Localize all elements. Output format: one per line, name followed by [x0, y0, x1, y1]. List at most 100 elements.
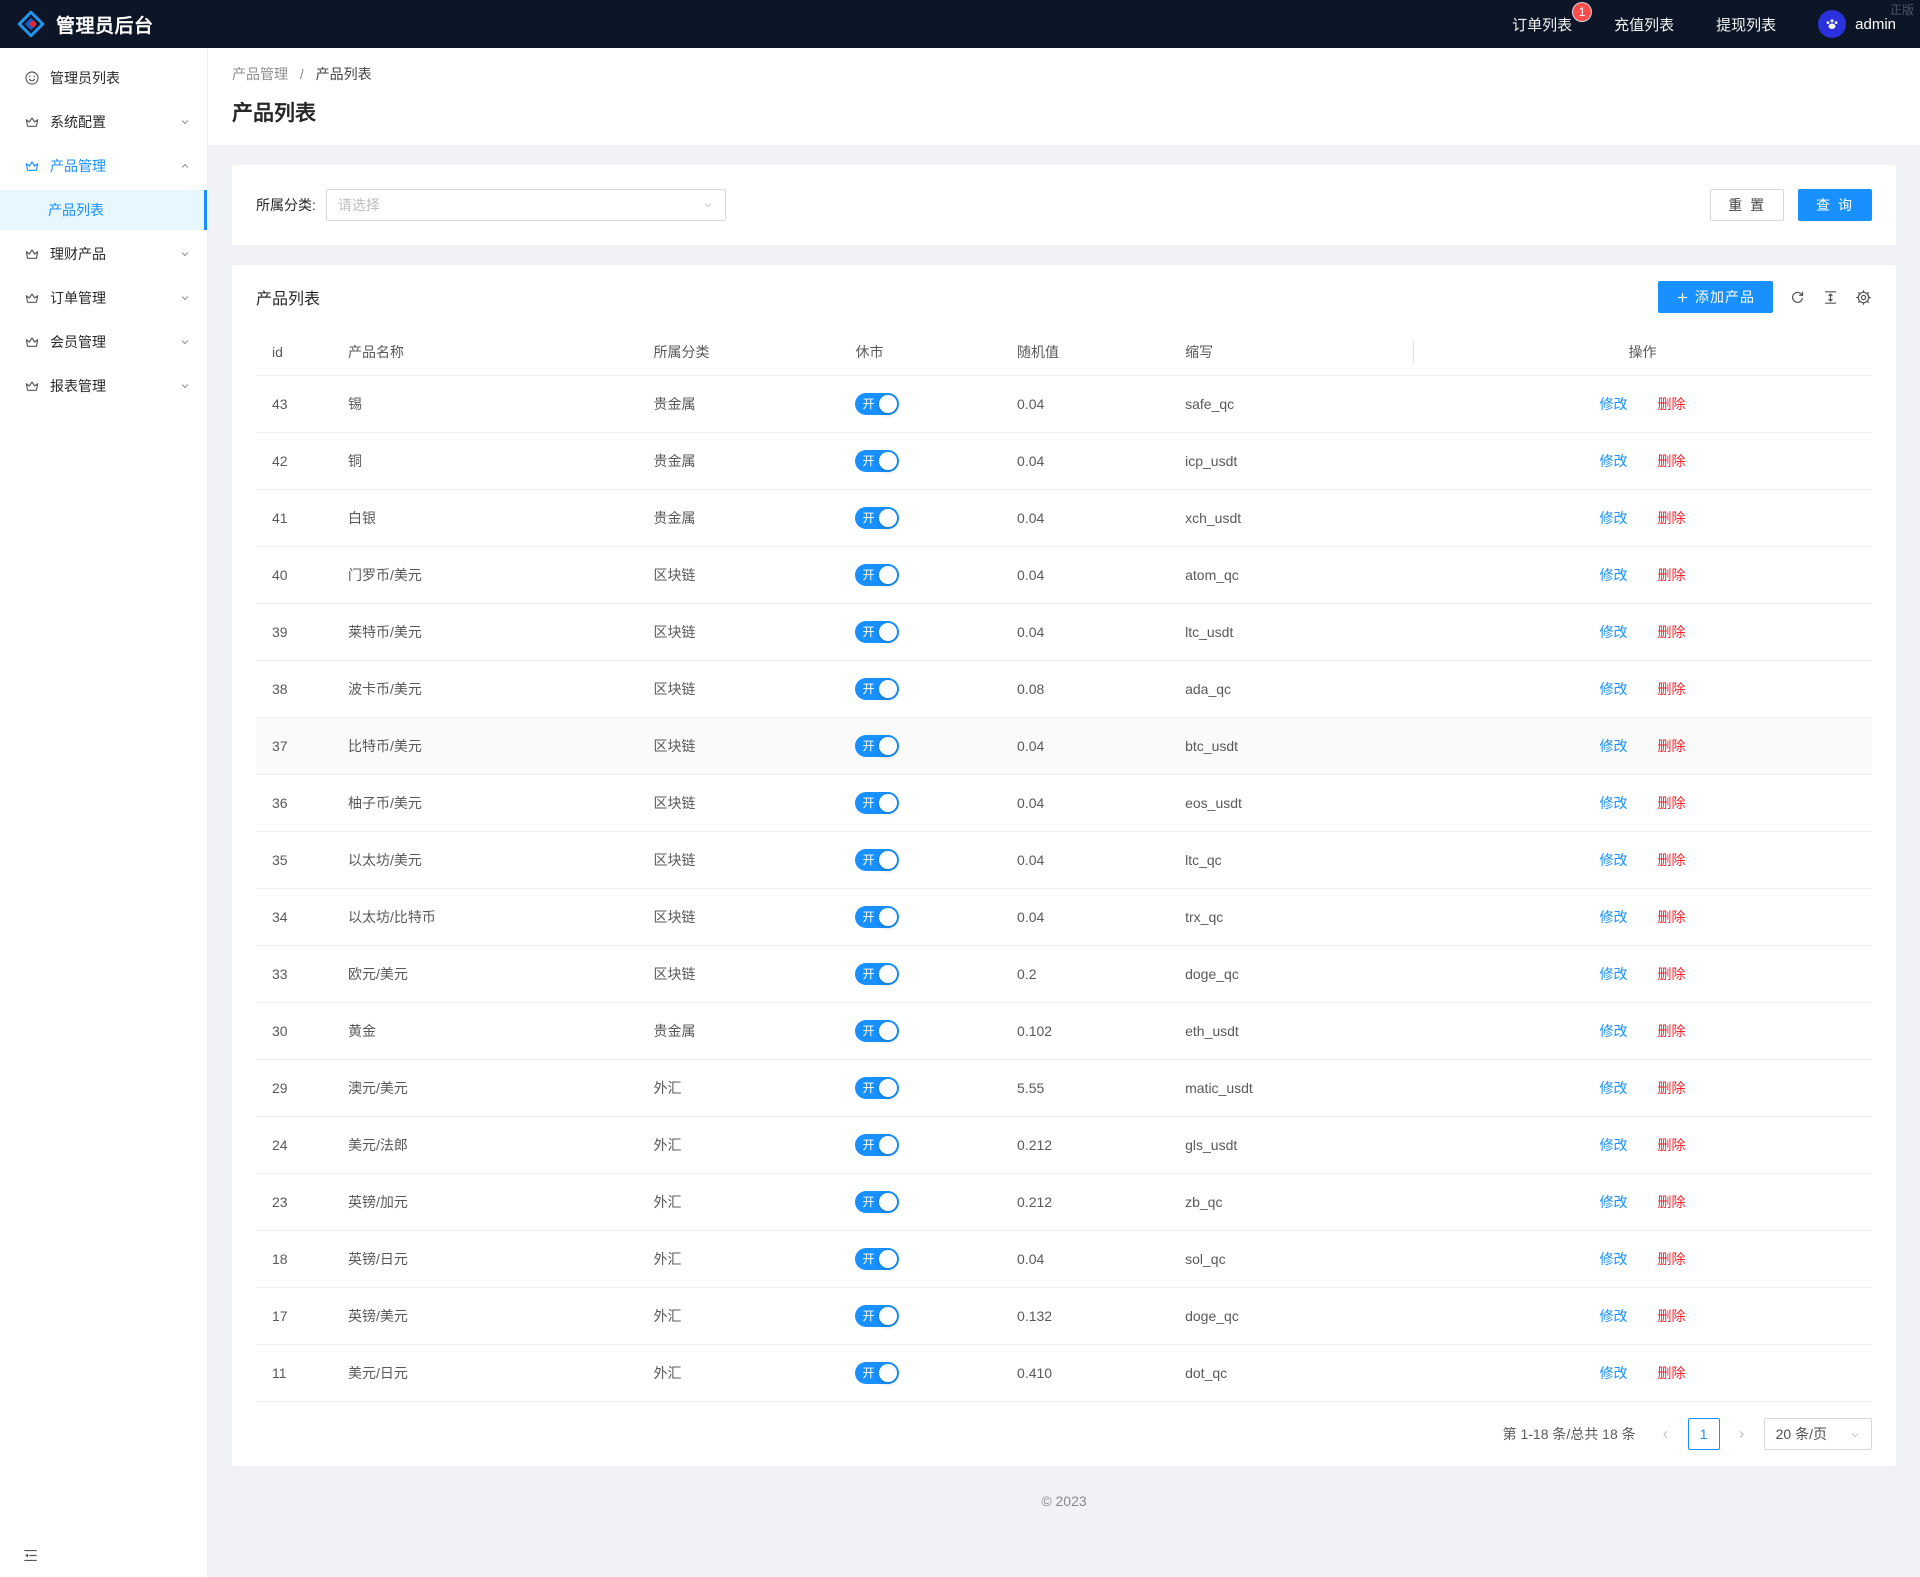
chevron-down-icon [702, 199, 714, 211]
delete-link[interactable]: 删除 [1658, 966, 1686, 982]
market-switch[interactable]: 开 [855, 1077, 899, 1099]
app-logo-icon [16, 9, 46, 39]
prev-page-button[interactable] [1652, 1418, 1680, 1450]
sidebar-item[interactable]: 报表管理 [0, 366, 207, 406]
edit-link[interactable]: 修改 [1600, 396, 1628, 412]
table-row: 35以太坊/美元区块链开0.04ltc_qc修改删除 [256, 832, 1872, 889]
crown-icon [24, 246, 40, 262]
market-switch[interactable]: 开 [855, 450, 899, 472]
edit-link[interactable]: 修改 [1600, 567, 1628, 583]
cell-category: 区块链 [645, 547, 847, 604]
market-switch[interactable]: 开 [855, 393, 899, 415]
edit-link[interactable]: 修改 [1600, 624, 1628, 640]
table-row: 30黄金贵金属开0.102eth_usdt修改删除 [256, 1003, 1872, 1060]
nav-item[interactable]: 订单列表1 [1512, 14, 1572, 35]
settings-button[interactable] [1855, 289, 1872, 306]
reset-button[interactable]: 重 置 [1710, 189, 1784, 221]
column-header: 缩写 [1177, 329, 1413, 376]
delete-link[interactable]: 删除 [1658, 852, 1686, 868]
edit-link[interactable]: 修改 [1600, 681, 1628, 697]
cell-abbr: sol_qc [1177, 1231, 1413, 1288]
delete-link[interactable]: 删除 [1658, 1251, 1686, 1267]
edit-link[interactable]: 修改 [1600, 510, 1628, 526]
edit-link[interactable]: 修改 [1600, 1023, 1628, 1039]
edit-link[interactable]: 修改 [1600, 795, 1628, 811]
edit-link[interactable]: 修改 [1600, 966, 1628, 982]
cell-product-name: 英镑/日元 [340, 1231, 645, 1288]
brand[interactable]: 管理员后台 [16, 9, 154, 39]
reload-button[interactable] [1789, 289, 1806, 306]
delete-link[interactable]: 删除 [1658, 567, 1686, 583]
search-button[interactable]: 查 询 [1798, 189, 1872, 221]
page-size-select[interactable]: 20 条/页 [1764, 1418, 1872, 1450]
delete-link[interactable]: 删除 [1658, 1080, 1686, 1096]
cell-product-name: 澳元/美元 [340, 1060, 645, 1117]
cell-random-value: 0.04 [1009, 832, 1177, 889]
cell-random-value: 0.410 [1009, 1345, 1177, 1402]
market-switch[interactable]: 开 [855, 963, 899, 985]
sidebar-item[interactable]: 系统配置 [0, 102, 207, 142]
market-switch[interactable]: 开 [855, 1248, 899, 1270]
market-switch[interactable]: 开 [855, 735, 899, 757]
sidebar-collapse-button[interactable] [22, 1547, 39, 1565]
sidebar-subitem[interactable]: 产品列表 [0, 190, 207, 230]
delete-link[interactable]: 删除 [1658, 453, 1686, 469]
market-switch[interactable]: 开 [855, 678, 899, 700]
table-toolbar: 添加产品 [1658, 281, 1872, 313]
delete-link[interactable]: 删除 [1658, 795, 1686, 811]
sidebar-item[interactable]: 理财产品 [0, 234, 207, 274]
plus-icon [1676, 291, 1689, 304]
market-switch[interactable]: 开 [855, 849, 899, 871]
user-menu[interactable]: admin [1818, 10, 1896, 38]
sidebar-item[interactable]: 订单管理 [0, 278, 207, 318]
select-placeholder: 请选择 [338, 195, 702, 215]
nav-item[interactable]: 提现列表 [1716, 14, 1776, 35]
market-switch[interactable]: 开 [855, 1134, 899, 1156]
market-switch[interactable]: 开 [855, 906, 899, 928]
cell-abbr: eos_usdt [1177, 775, 1413, 832]
market-switch[interactable]: 开 [855, 1362, 899, 1384]
density-button[interactable] [1822, 289, 1839, 306]
delete-link[interactable]: 删除 [1658, 681, 1686, 697]
edit-link[interactable]: 修改 [1600, 453, 1628, 469]
delete-link[interactable]: 删除 [1658, 510, 1686, 526]
delete-link[interactable]: 删除 [1658, 396, 1686, 412]
edit-link[interactable]: 修改 [1600, 738, 1628, 754]
page-number-button[interactable]: 1 [1688, 1418, 1720, 1450]
delete-link[interactable]: 删除 [1658, 1308, 1686, 1324]
edit-link[interactable]: 修改 [1600, 909, 1628, 925]
add-product-button[interactable]: 添加产品 [1658, 281, 1773, 313]
edit-link[interactable]: 修改 [1600, 1308, 1628, 1324]
breadcrumb-item[interactable]: 产品管理 [232, 66, 288, 82]
delete-link[interactable]: 删除 [1658, 1023, 1686, 1039]
market-switch[interactable]: 开 [855, 1020, 899, 1042]
edit-link[interactable]: 修改 [1600, 1194, 1628, 1210]
sidebar-item[interactable]: 会员管理 [0, 322, 207, 362]
market-switch[interactable]: 开 [855, 621, 899, 643]
edit-link[interactable]: 修改 [1600, 1365, 1628, 1381]
nav-item[interactable]: 充值列表 [1614, 14, 1674, 35]
edit-link[interactable]: 修改 [1600, 1251, 1628, 1267]
market-switch[interactable]: 开 [855, 792, 899, 814]
category-select[interactable]: 请选择 [326, 189, 726, 221]
delete-link[interactable]: 删除 [1658, 1137, 1686, 1153]
delete-link[interactable]: 删除 [1658, 1194, 1686, 1210]
delete-link[interactable]: 删除 [1658, 738, 1686, 754]
delete-link[interactable]: 删除 [1658, 624, 1686, 640]
delete-link[interactable]: 删除 [1658, 909, 1686, 925]
market-switch[interactable]: 开 [855, 1305, 899, 1327]
cell-abbr: doge_qc [1177, 1288, 1413, 1345]
delete-link[interactable]: 删除 [1658, 1365, 1686, 1381]
edit-link[interactable]: 修改 [1600, 1080, 1628, 1096]
market-switch[interactable]: 开 [855, 564, 899, 586]
next-page-button[interactable] [1728, 1418, 1756, 1450]
sidebar-item[interactable]: 产品管理 [0, 146, 207, 186]
sidebar-item[interactable]: 管理员列表 [0, 58, 207, 98]
page-footer: © 2023 [232, 1466, 1896, 1529]
edit-link[interactable]: 修改 [1600, 852, 1628, 868]
market-switch[interactable]: 开 [855, 507, 899, 529]
switch-knob [879, 1136, 897, 1154]
column-header: 操作 [1413, 329, 1872, 376]
market-switch[interactable]: 开 [855, 1191, 899, 1213]
edit-link[interactable]: 修改 [1600, 1137, 1628, 1153]
